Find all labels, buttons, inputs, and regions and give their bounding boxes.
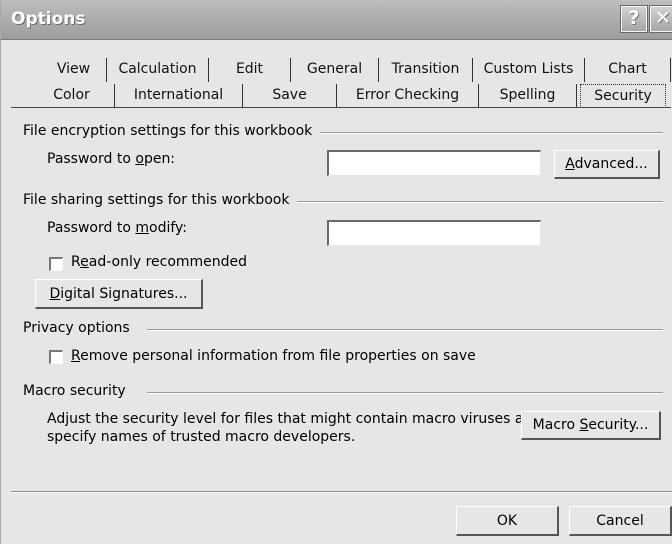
tab-spelling[interactable]: Spelling [479, 84, 577, 108]
remove-personal-info-label[interactable]: Remove personal information from file pr… [71, 348, 476, 364]
privacy-divider [147, 329, 663, 331]
sharing-section-label: File sharing settings for this workbook [23, 192, 298, 208]
tab-security[interactable]: Security [580, 84, 666, 108]
tab-calculation[interactable]: Calculation [107, 58, 209, 82]
tab-save[interactable]: Save [243, 84, 337, 108]
macro-divider [147, 392, 663, 394]
readonly-checkbox[interactable] [49, 257, 63, 271]
macro-section-label: Macro security [23, 383, 134, 399]
tab-transition[interactable]: Transition [379, 58, 473, 82]
readonly-label[interactable]: Read-only recommended [71, 254, 247, 270]
tab-chart[interactable]: Chart [585, 58, 671, 82]
tab-view[interactable]: View [41, 58, 107, 82]
tab-strip-divider [11, 107, 671, 108]
tab-error-checking[interactable]: Error Checking [337, 84, 479, 108]
encryption-divider [319, 132, 663, 134]
password-open-label: Password to open: [47, 151, 176, 167]
macro-description-line2: specify names of trusted macro developer… [47, 429, 356, 445]
password-open-input[interactable] [327, 150, 541, 176]
tab-custom-lists[interactable]: Custom Lists [473, 58, 585, 82]
encryption-section-label: File encryption settings for this workbo… [23, 123, 321, 139]
tab-general[interactable]: General [291, 58, 379, 82]
macro-description-line1: Adjust the security level for files that… [47, 411, 542, 427]
tab-color[interactable]: Color [29, 84, 115, 108]
password-modify-label: Password to modify: [47, 220, 188, 236]
cancel-button[interactable]: Cancel [569, 506, 672, 536]
password-modify-input[interactable] [327, 220, 541, 246]
remove-personal-info-checkbox[interactable] [49, 350, 63, 364]
privacy-section-label: Privacy options [23, 320, 138, 336]
macro-security-button[interactable]: Macro Security... [521, 411, 661, 440]
help-icon: ? [628, 7, 640, 29]
sharing-divider [293, 201, 663, 203]
ok-button[interactable]: OK [456, 506, 559, 536]
digital-signatures-button[interactable]: Digital Signatures... [35, 279, 203, 309]
close-icon: ✕ [655, 7, 671, 29]
panel-bottom-divider [11, 491, 672, 493]
tab-edit[interactable]: Edit [209, 58, 291, 82]
options-dialog: Options ? ✕ View Calculation Edit Genera… [0, 0, 672, 544]
tab-international[interactable]: International [115, 84, 243, 108]
help-button[interactable]: ? [620, 5, 648, 33]
dialog-title: Options [11, 9, 86, 29]
close-button[interactable]: ✕ [649, 5, 672, 33]
advanced-button[interactable]: Advanced... [554, 150, 660, 179]
title-bar[interactable]: Options ? ✕ [1, 0, 672, 40]
